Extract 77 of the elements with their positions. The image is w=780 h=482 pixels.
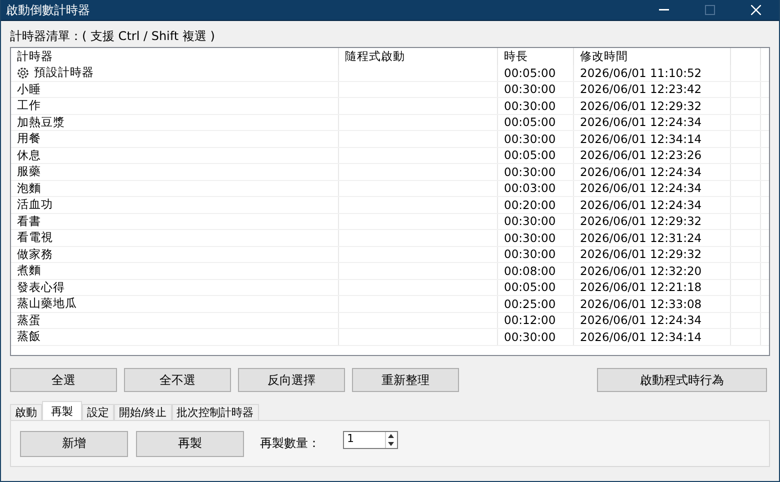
table-cell: 00:30:00	[498, 164, 574, 180]
tab[interactable]: 開始/終止	[114, 404, 172, 420]
table-cell: 00:30:00	[498, 230, 574, 246]
down-arrow-icon[interactable]	[386, 440, 396, 448]
close-icon[interactable]	[751, 5, 761, 15]
table-cell: 00:05:00	[498, 280, 574, 295]
table-cell: 2026/06/01 12:29:32	[574, 98, 731, 114]
table-cell: 2026/06/01 12:24:34	[574, 180, 731, 196]
table-cell[interactable]: 看書	[11, 214, 339, 229]
gear-icon	[17, 66, 29, 79]
tab[interactable]: 批次控制計時器	[172, 404, 259, 420]
table-cell[interactable]: 蒸山藥地瓜	[11, 296, 339, 312]
count-spinbox[interactable]: 1	[343, 430, 398, 448]
table-cell: 00:25:00	[498, 296, 574, 312]
table-cell: 2026/06/01 12:23:26	[574, 148, 731, 163]
selection-button[interactable]: 反向選擇	[238, 368, 345, 392]
table-cell: 2026/06/01 12:24:34	[574, 197, 731, 212]
table-cell[interactable]: 用餐	[11, 131, 339, 146]
table-cell: 2026/06/01 12:23:42	[574, 82, 731, 97]
table-cell: 2026/06/01 12:24:34	[574, 164, 731, 180]
table-cell: 00:08:00	[498, 263, 574, 278]
table-cell: 2026/06/01 12:34:14	[574, 131, 731, 146]
table-cell: 00:30:00	[498, 246, 574, 262]
table-cell: 2026/06/01 12:34:14	[574, 329, 731, 344]
table-cell: 2026/06/01 12:24:34	[574, 312, 731, 328]
table-cell: 00:12:00	[498, 312, 574, 328]
up-arrow-icon[interactable]	[386, 432, 396, 440]
table-cell: 00:05:00	[498, 148, 574, 163]
tab[interactable]: 啟動	[10, 404, 42, 420]
column-header[interactable]: 隨程式啟動	[339, 48, 498, 65]
table-cell: 2026/06/01 12:21:18	[574, 280, 731, 295]
action-button[interactable]: 再製	[136, 430, 244, 456]
table-cell: 00:30:00	[498, 131, 574, 146]
table-cell[interactable]: 工作	[11, 98, 339, 114]
table-cell: 00:30:00	[498, 98, 574, 114]
startup-behavior-button[interactable]: 啟動程式時行為	[597, 368, 767, 392]
table-cell[interactable]: 蒸飯	[11, 329, 339, 344]
table-cell[interactable]: 發表心得	[11, 280, 339, 295]
table-cell: 2026/06/01 12:32:20	[574, 263, 731, 278]
table-row-cell[interactable]: 預設計時器	[11, 65, 339, 80]
table-cell[interactable]: 泡麵	[11, 180, 339, 196]
action-button[interactable]: 新增	[20, 430, 128, 456]
table-cell[interactable]: 看電視	[11, 230, 339, 246]
table-cell: 00:03:00	[498, 180, 574, 196]
table-cell: 2026/06/01 12:31:24	[574, 230, 731, 246]
selection-button[interactable]: 重新整理	[352, 368, 459, 392]
table-cell: 00:05:00	[498, 65, 574, 80]
minimize-icon[interactable]	[659, 9, 669, 11]
table-cell[interactable]: 活血功	[11, 197, 339, 212]
tab[interactable]: 設定	[82, 404, 114, 420]
table-cell: 2026/06/01 11:10:52	[574, 65, 731, 80]
table-cell: 00:30:00	[498, 82, 574, 97]
table-cell[interactable]: 加熱豆漿	[11, 114, 339, 130]
list-label: 計時器清單：( 支援 Ctrl / Shift 複選 )	[10, 28, 215, 44]
table-cell[interactable]: 蒸蛋	[11, 312, 339, 328]
table-cell: 2026/06/01 12:29:32	[574, 246, 731, 262]
tab[interactable]: 再製	[42, 401, 82, 420]
table-cell: 2026/06/01 12:33:08	[574, 296, 731, 312]
table-cell[interactable]: 做家務	[11, 246, 339, 262]
selection-button[interactable]: 全選	[10, 368, 117, 392]
count-label: 再製數量：	[260, 435, 321, 452]
timer-name: 預設計時器	[34, 65, 94, 80]
column-header[interactable]: 計時器	[11, 48, 339, 65]
column-header[interactable]: 修改時間	[574, 48, 731, 65]
table-cell: 00:30:00	[498, 329, 574, 344]
selection-button[interactable]: 全不選	[124, 368, 231, 392]
table-cell[interactable]: 服藥	[11, 164, 339, 180]
table-cell[interactable]: 小睡	[11, 82, 339, 97]
table-cell: 00:30:00	[498, 214, 574, 229]
table-cell: 00:05:00	[498, 114, 574, 130]
window-title: 啟動倒數計時器	[5, 2, 91, 18]
table-cell: 2026/06/01 12:29:32	[574, 214, 731, 229]
table-cell[interactable]: 休息	[11, 148, 339, 163]
table-cell: 2026/06/01 12:24:34	[574, 114, 731, 130]
table-cell: 00:20:00	[498, 197, 574, 212]
table-cell[interactable]: 煮麵	[11, 263, 339, 278]
column-header[interactable]: 時長	[498, 48, 574, 65]
